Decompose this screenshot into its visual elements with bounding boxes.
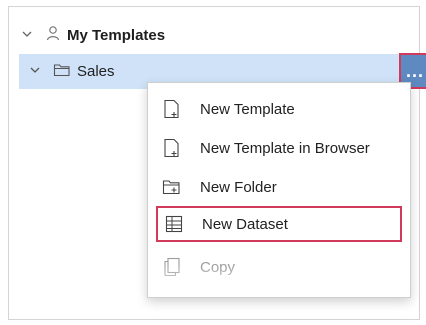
dataset-icon: [164, 214, 184, 234]
folder-icon: [53, 62, 71, 82]
tree-item-label: Sales: [77, 63, 115, 80]
user-icon: [45, 25, 61, 45]
chevron-down-icon[interactable]: [21, 27, 35, 44]
new-template-icon: [162, 99, 182, 119]
menu-item-new-folder[interactable]: New Folder: [156, 169, 402, 205]
menu-item-label: New Template: [200, 100, 295, 118]
menu-fade-overlay: [148, 265, 410, 297]
chevron-down-icon[interactable]: [29, 63, 43, 80]
menu-item-label: New Folder: [200, 178, 277, 196]
more-icon: ...: [405, 60, 424, 81]
menu-item-new-dataset[interactable]: New Dataset: [156, 206, 402, 242]
new-folder-icon: [162, 177, 182, 197]
new-template-browser-icon: [162, 138, 182, 158]
menu-item-label: New Template in Browser: [200, 139, 370, 157]
context-menu: New Template New Template in Browser New…: [147, 82, 411, 298]
tree-item-label: My Templates: [67, 26, 166, 44]
menu-item-label: New Dataset: [202, 215, 288, 233]
menu-item-new-template-in-browser[interactable]: New Template in Browser: [156, 130, 402, 166]
tree-item-my-templates[interactable]: My Templates: [21, 23, 165, 47]
menu-item-new-template[interactable]: New Template: [156, 91, 402, 127]
